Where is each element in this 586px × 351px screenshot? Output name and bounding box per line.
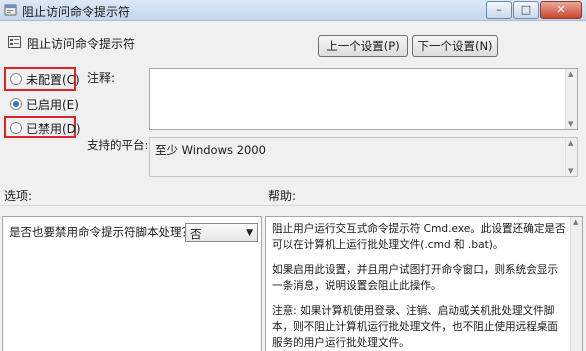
chevron-down-icon: ▼ xyxy=(246,228,253,238)
next-setting-button[interactable]: 下一个设置(N) xyxy=(412,35,498,57)
previous-setting-button[interactable]: 上一个设置(P) xyxy=(318,35,408,57)
options-panel: 是否也要禁用命令提示符脚本处理？ 否 ▼ xyxy=(2,216,262,351)
close-button[interactable]: ✕ xyxy=(540,1,582,19)
window-controls: – □ ✕ xyxy=(485,1,582,19)
scroll-down-icon[interactable]: ▼ xyxy=(568,167,573,175)
help-paragraph: 阻止用户运行交互式命令提示符 Cmd.exe。此设置还确定是否可以在计算机上运行… xyxy=(272,223,566,251)
policy-icon xyxy=(4,4,17,16)
radio-enabled[interactable]: 已启用(E) xyxy=(10,96,79,112)
platform-scrollbar[interactable]: ▲ ▼ xyxy=(565,138,577,176)
option-question: 是否也要禁用命令提示符脚本处理？ xyxy=(9,225,193,239)
minimize-icon: – xyxy=(496,3,502,16)
close-icon: ✕ xyxy=(556,3,566,16)
policy-window: 阻止访问命令提示符 – □ ✕ 阻止访问命令提示符 上一个设置(P) 下一个设置… xyxy=(0,0,586,351)
minimize-button[interactable]: – xyxy=(486,1,512,19)
supported-platform-field: 至少 Windows 2000 ▲ ▼ xyxy=(149,137,578,177)
radio-button[interactable] xyxy=(10,73,22,85)
section-divider xyxy=(0,205,586,206)
comment-scrollbar[interactable]: ▲ ▼ xyxy=(565,69,577,129)
dropdown-value: 否 xyxy=(190,227,202,241)
policy-setting-icon xyxy=(8,36,21,48)
scroll-up-icon[interactable]: ▲ xyxy=(568,139,573,147)
policy-name: 阻止访问命令提示符 xyxy=(27,37,136,51)
radio-disabled[interactable]: 已禁用(D) xyxy=(10,120,81,136)
scroll-up-icon[interactable]: ▲ xyxy=(573,218,578,226)
help-paragraph: 注意: 如果计算机使用登录、注销、启动或关机批处理文件脚本，则不阻止计算机运行批… xyxy=(272,305,559,349)
comment-field[interactable]: ▲ ▼ xyxy=(149,68,578,130)
supported-platform-label: 支持的平台: xyxy=(87,138,149,152)
help-panel: 阻止用户运行交互式命令提示符 Cmd.exe。此设置还确定是否可以在计算机上运行… xyxy=(265,216,583,351)
radio-not-configured[interactable]: 未配置(C) xyxy=(10,71,80,87)
help-paragraph: 如果启用此设置，并且用户试图打开命令窗口，则系统会显示一条消息，说明设置会阻止此… xyxy=(272,264,559,292)
help-text: 阻止用户运行交互式命令提示符 Cmd.exe。此设置还确定是否可以在计算机上运行… xyxy=(272,221,568,351)
radio-button[interactable] xyxy=(10,122,22,134)
supported-platform-value: 至少 Windows 2000 xyxy=(155,143,266,157)
help-scrollbar[interactable]: ▲ xyxy=(570,217,582,351)
scroll-up-icon[interactable]: ▲ xyxy=(568,70,573,78)
options-label: 选项: xyxy=(4,189,33,203)
script-processing-dropdown[interactable]: 否 ▼ xyxy=(185,223,258,242)
comment-label: 注释: xyxy=(87,71,116,85)
maximize-button[interactable]: □ xyxy=(513,1,539,19)
title-bar[interactable]: 阻止访问命令提示符 – □ ✕ xyxy=(0,0,586,21)
help-label: 帮助: xyxy=(268,189,297,203)
maximize-icon: □ xyxy=(520,3,532,16)
window-title: 阻止访问命令提示符 xyxy=(22,5,131,19)
radio-button[interactable] xyxy=(10,98,22,110)
scroll-down-icon[interactable]: ▼ xyxy=(568,120,573,128)
